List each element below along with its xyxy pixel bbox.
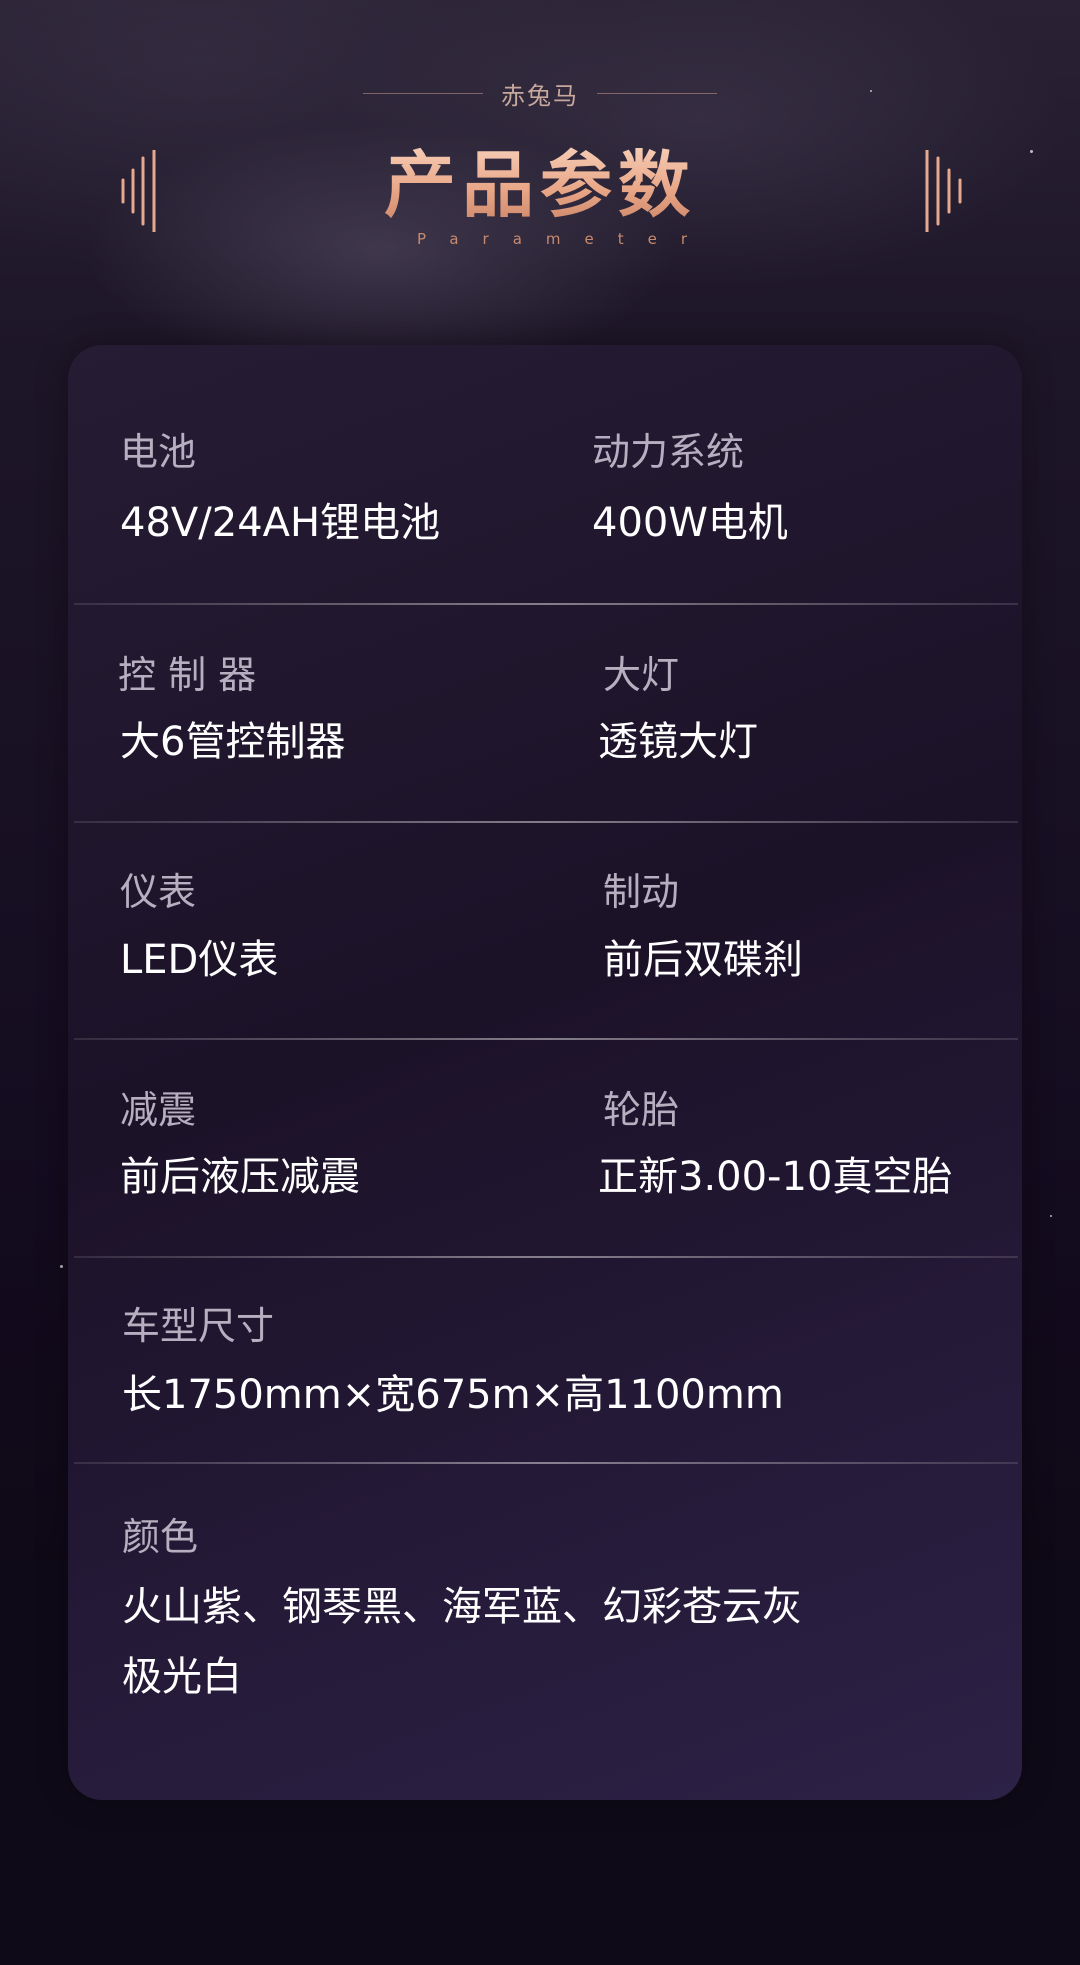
brand-line-right — [597, 92, 717, 94]
controller-value: 大6管控制器 — [120, 719, 346, 765]
color-value-line1: 火山紫、钢琴黑、海军蓝、幻彩苍云灰 — [122, 1584, 802, 1630]
spec-card: 电池 48V/24AH锂电池 动力系统 400W电机 控 制 器 大6管控制器 … — [68, 345, 1022, 1800]
brake-value: 前后双碟刹 — [603, 937, 803, 983]
spec-row-color: 颜色 火山紫、钢琴黑、海军蓝、幻彩苍云灰 极光白 — [68, 1464, 1022, 1800]
spec-row-meter-brake: 仪表 LED仪表 制动 前后双碟刹 — [68, 823, 1022, 1038]
spec-row-dimensions: 车型尺寸 长1750mm×宽675m×高1100mm — [68, 1258, 1022, 1462]
spec-row-battery-power: 电池 48V/24AH锂电池 动力系统 400W电机 — [68, 345, 1022, 603]
tire-label: 轮胎 — [603, 1088, 680, 1132]
brand-line-left — [363, 92, 483, 94]
suspension-label: 减震 — [120, 1088, 197, 1132]
tire-value: 正新3.00-10真空胎 — [598, 1154, 953, 1200]
power-label: 动力系统 — [592, 430, 745, 474]
star — [60, 1265, 63, 1268]
headlight-label: 大灯 — [603, 653, 680, 697]
color-value-line2: 极光白 — [122, 1654, 242, 1700]
meter-value: LED仪表 — [120, 937, 279, 983]
spec-row-controller-headlight: 控 制 器 大6管控制器 大灯 透镜大灯 — [68, 605, 1022, 820]
dimensions-label: 车型尺寸 — [122, 1304, 275, 1348]
battery-value: 48V/24AH锂电池 — [120, 500, 441, 546]
dimensions-value: 长1750mm×宽675m×高1100mm — [122, 1372, 784, 1418]
battery-label: 电池 — [120, 430, 197, 474]
page-title: 产品参数 — [0, 140, 1080, 230]
controller-label: 控 制 器 — [118, 653, 257, 697]
color-label: 颜色 — [122, 1515, 199, 1559]
page-subtitle: Parameter — [416, 230, 712, 248]
meter-label: 仪表 — [120, 870, 197, 914]
headlight-value: 透镜大灯 — [598, 719, 758, 765]
suspension-value: 前后液压减震 — [120, 1154, 360, 1200]
brand-name: 赤兔马 — [501, 81, 579, 110]
brake-label: 制动 — [603, 870, 680, 914]
brand-row: 赤兔马 — [0, 76, 1080, 110]
spec-row-suspension-tire: 减震 前后液压减震 轮胎 正新3.00-10真空胎 — [68, 1040, 1022, 1255]
star — [1050, 1215, 1052, 1217]
power-value: 400W电机 — [592, 500, 788, 546]
